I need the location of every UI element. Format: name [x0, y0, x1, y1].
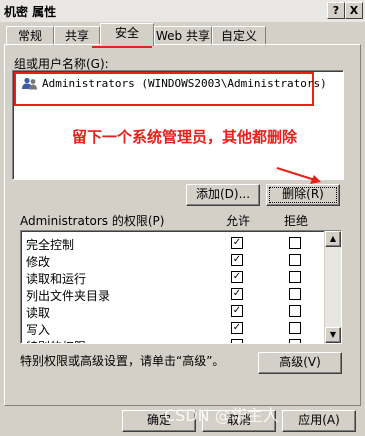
deny-checkbox[interactable]	[289, 322, 301, 334]
allow-checkbox[interactable]: ✓	[231, 254, 243, 266]
permissions-header: Administrators 的权限(P)	[20, 214, 165, 228]
scroll-down-icon[interactable]: ▼	[325, 327, 341, 343]
allow-header: 允许	[226, 214, 251, 228]
permission-row: 完全控制 ✓	[21, 235, 341, 252]
permission-name: 列出文件夹目录	[26, 289, 111, 303]
users-icon	[22, 77, 37, 90]
apply-button[interactable]: 应用(A)	[282, 410, 356, 432]
allow-checkbox[interactable]: ✓	[231, 271, 243, 283]
deny-checkbox[interactable]	[289, 305, 301, 317]
deny-checkbox[interactable]	[289, 254, 301, 266]
advanced-hint: 特别权限或高级设置，请单击“高级”。	[20, 354, 225, 368]
permission-row: 列出文件夹目录 ✓	[21, 286, 341, 303]
permission-name: 修改	[26, 255, 51, 269]
deny-header: 拒绝	[284, 214, 309, 228]
tab-custom[interactable]: 自定义	[212, 26, 266, 46]
allow-checkbox[interactable]: ✓	[231, 288, 243, 300]
window-title: 机密 属性	[4, 5, 57, 19]
deny-checkbox[interactable]	[289, 339, 301, 343]
add-button[interactable]: 添加(D)...	[186, 184, 260, 206]
scroll-up-icon[interactable]: ▲	[325, 231, 341, 247]
tab-sharing[interactable]: 共享	[54, 26, 100, 46]
advanced-button[interactable]: 高级(V)	[258, 352, 342, 374]
help-button[interactable]: ?	[327, 2, 345, 19]
permission-name: 读取和运行	[26, 272, 87, 286]
permissions-list[interactable]: 完全控制 ✓ 修改 ✓ 读取和运行 ✓ 列出文件夹目录 ✓ 读取 ✓ 写入 ✓ 特别的权限 ▲ ▼	[20, 230, 342, 344]
permission-name: 写入	[26, 323, 51, 337]
watermark: CSDN @华主人	[164, 406, 279, 425]
scrollbar[interactable]: ▲ ▼	[324, 231, 341, 343]
annotation-text: 留下一个系统管理员，其他都删除	[72, 128, 298, 146]
deny-checkbox[interactable]	[289, 237, 301, 249]
permission-name: 特别的权限	[26, 338, 86, 343]
permission-row: 特别的权限	[21, 337, 341, 343]
user-name: Administrators (WINDOWS2003\Administrato…	[42, 77, 327, 90]
tab-web-sharing[interactable]: Web 共享	[154, 26, 212, 46]
permission-row: 读取和运行 ✓	[21, 269, 341, 286]
deny-checkbox[interactable]	[289, 271, 301, 283]
permission-name: 完全控制	[26, 238, 75, 252]
permission-row: 修改 ✓	[21, 252, 341, 269]
deny-checkbox[interactable]	[289, 288, 301, 300]
tab-security[interactable]: 安全	[100, 23, 154, 46]
remove-button[interactable]: 删除(R)	[266, 184, 340, 206]
allow-checkbox[interactable]: ✓	[231, 305, 243, 317]
allow-checkbox[interactable]: ✓	[231, 322, 243, 334]
user-item[interactable]: Administrators (WINDOWS2003\Administrato…	[22, 76, 327, 92]
tab-general[interactable]: 常规	[6, 26, 54, 46]
close-button[interactable]: X	[345, 2, 363, 19]
permission-row: 读取 ✓	[21, 303, 341, 320]
permission-row: 写入 ✓	[21, 320, 341, 337]
permission-name: 读取	[26, 306, 51, 320]
allow-checkbox[interactable]: ✓	[231, 237, 243, 249]
allow-checkbox[interactable]	[231, 339, 243, 343]
